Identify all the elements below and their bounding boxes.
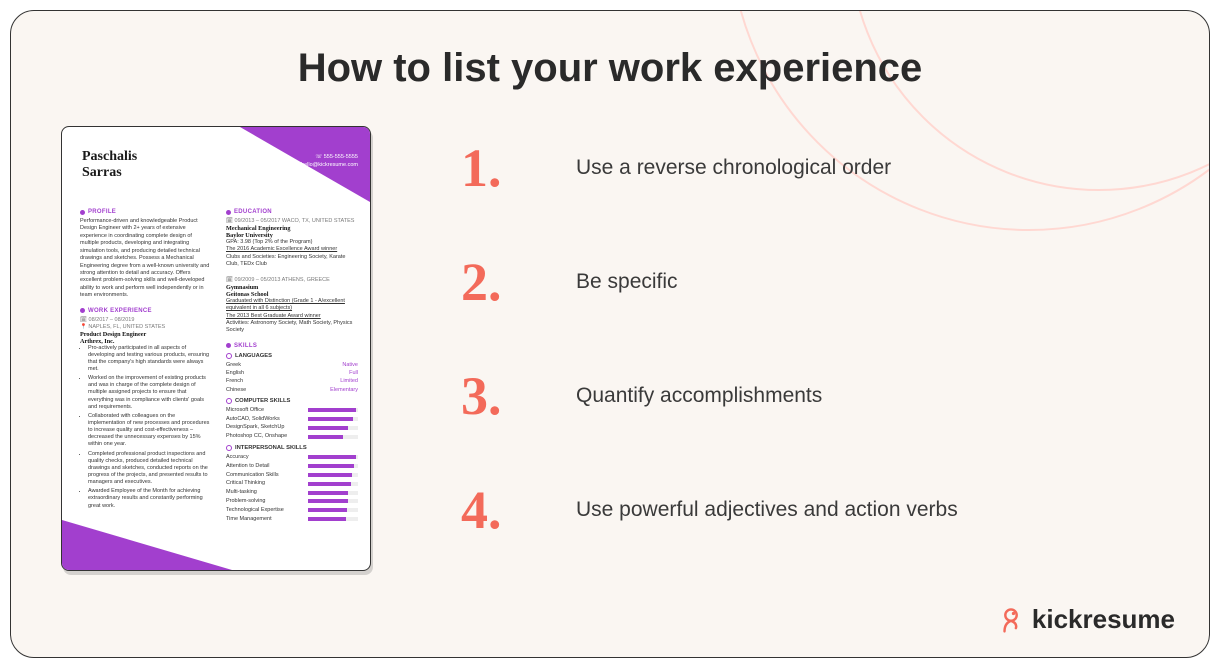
skill-row: Accuracy [226, 453, 358, 462]
resume-preview: Paschalis Sarras ☏ 555-555-5555 ✉ hello@… [61, 126, 371, 571]
skills-sub: INTERPERSONAL SKILLS [226, 445, 358, 451]
skill-row: Microsoft Office [226, 406, 358, 415]
skill-row: DesignSpark, SketchUp [226, 423, 358, 432]
tip-number: 1. [461, 141, 521, 195]
list-item: Collaborated with colleagues on the impl… [88, 413, 212, 449]
language-row: EnglishFull [226, 369, 358, 377]
skill-row: Attention to Detail [226, 462, 358, 471]
work-location: 📍 NAPLES, FL, UNITED STATES [80, 324, 212, 330]
tip-text: Use powerful adjectives and action verbs [576, 498, 958, 522]
section-heading: WORK EXPERIENCE [80, 308, 212, 314]
skill-row: Critical Thinking [226, 479, 358, 488]
tips-list: 1. Use a reverse chronological order 2. … [461, 141, 1129, 597]
work-dates: 🗓 08/2017 – 08/2019 [80, 317, 212, 323]
edu-details: Graduated with Distinction (Grade 1 - A/… [226, 298, 358, 335]
computer-skills-list: Microsoft OfficeAutoCAD, SolidWorksDesig… [226, 406, 358, 441]
page-title: How to list your work experience [11, 46, 1209, 91]
interpersonal-skills-list: AccuracyAttention to DetailCommunication… [226, 453, 358, 523]
section-heading: EDUCATION [226, 209, 358, 215]
edu-meta: 🗓 09/2009 – 05/2013 ATHENS, GREECE [226, 277, 358, 283]
resume-right-column: EDUCATION 🗓 09/2013 – 05/2017 WACO, TX, … [226, 209, 358, 526]
first-name: Paschalis [82, 149, 137, 164]
languages-list: GreekNativeEnglishFullFrenchLimitedChine… [226, 361, 358, 394]
skill-row: Time Management [226, 515, 358, 524]
language-row: ChineseElementary [226, 386, 358, 394]
profile-text: Performance-driven and knowledgeable Pro… [80, 218, 212, 300]
skill-row: Technological Expertise [226, 506, 358, 515]
skills-sub: LANGUAGES [226, 353, 358, 359]
tip-item: 4. Use powerful adjectives and action ve… [461, 483, 1129, 537]
edu-title: Mechanical Engineering [226, 225, 358, 232]
skill-row: AutoCAD, SolidWorks [226, 415, 358, 424]
skill-row: Multi-tasking [226, 488, 358, 497]
kickresume-icon [998, 607, 1024, 633]
language-row: FrenchLimited [226, 377, 358, 385]
resume-name: Paschalis Sarras [82, 149, 137, 181]
skill-row: Photoshop CC, Onshape [226, 432, 358, 441]
resume-contact: ☏ 555-555-5555 ✉ hello@kickresume.com [295, 153, 358, 170]
phone: 555-555-5555 [324, 154, 358, 160]
edu-school: Geitonas School [226, 291, 358, 298]
skill-row: Communication Skills [226, 471, 358, 480]
list-item: Pro-actively participated in all aspects… [88, 345, 212, 374]
info-card: How to list your work experience Paschal… [10, 10, 1210, 658]
section-heading: PROFILE [80, 209, 212, 215]
tip-item: 3. Quantify accomplishments [461, 369, 1129, 423]
edu-meta: 🗓 09/2013 – 05/2017 WACO, TX, UNITED STA… [226, 218, 358, 224]
work-bullets: Pro-actively participated in all aspects… [80, 345, 212, 510]
brand-text: kickresume [1032, 604, 1175, 635]
skills-sub: COMPUTER SKILLS [226, 398, 358, 404]
decorative-shape [62, 520, 232, 570]
language-row: GreekNative [226, 361, 358, 369]
edu-school: Baylor University [226, 232, 358, 239]
list-item: Completed professional product inspectio… [88, 451, 212, 487]
tip-number: 2. [461, 255, 521, 309]
list-item: Awarded Employee of the Month for achiev… [88, 488, 212, 509]
work-company: Arthrex, Inc. [80, 338, 212, 345]
last-name: Sarras [82, 165, 122, 180]
tip-number: 3. [461, 369, 521, 423]
resume-left-column: PROFILE Performance-driven and knowledge… [80, 209, 212, 526]
edu-details: GPA: 3.98 (Top 2% of the Program) The 20… [226, 239, 358, 269]
work-title: Product Design Engineer [80, 331, 212, 338]
tip-item: 2. Be specific [461, 255, 1129, 309]
section-heading: SKILLS [226, 343, 358, 349]
tip-item: 1. Use a reverse chronological order [461, 141, 1129, 195]
tip-text: Use a reverse chronological order [576, 156, 891, 180]
tip-number: 4. [461, 483, 521, 537]
edu-title: Gymnasium [226, 284, 358, 291]
email: hello@kickresume.com [301, 162, 358, 168]
tip-text: Quantify accomplishments [576, 384, 822, 408]
brand-logo: kickresume [998, 604, 1175, 635]
skill-row: Problem-solving [226, 497, 358, 506]
tip-text: Be specific [576, 270, 678, 294]
list-item: Worked on the improvement of existing pr… [88, 375, 212, 411]
